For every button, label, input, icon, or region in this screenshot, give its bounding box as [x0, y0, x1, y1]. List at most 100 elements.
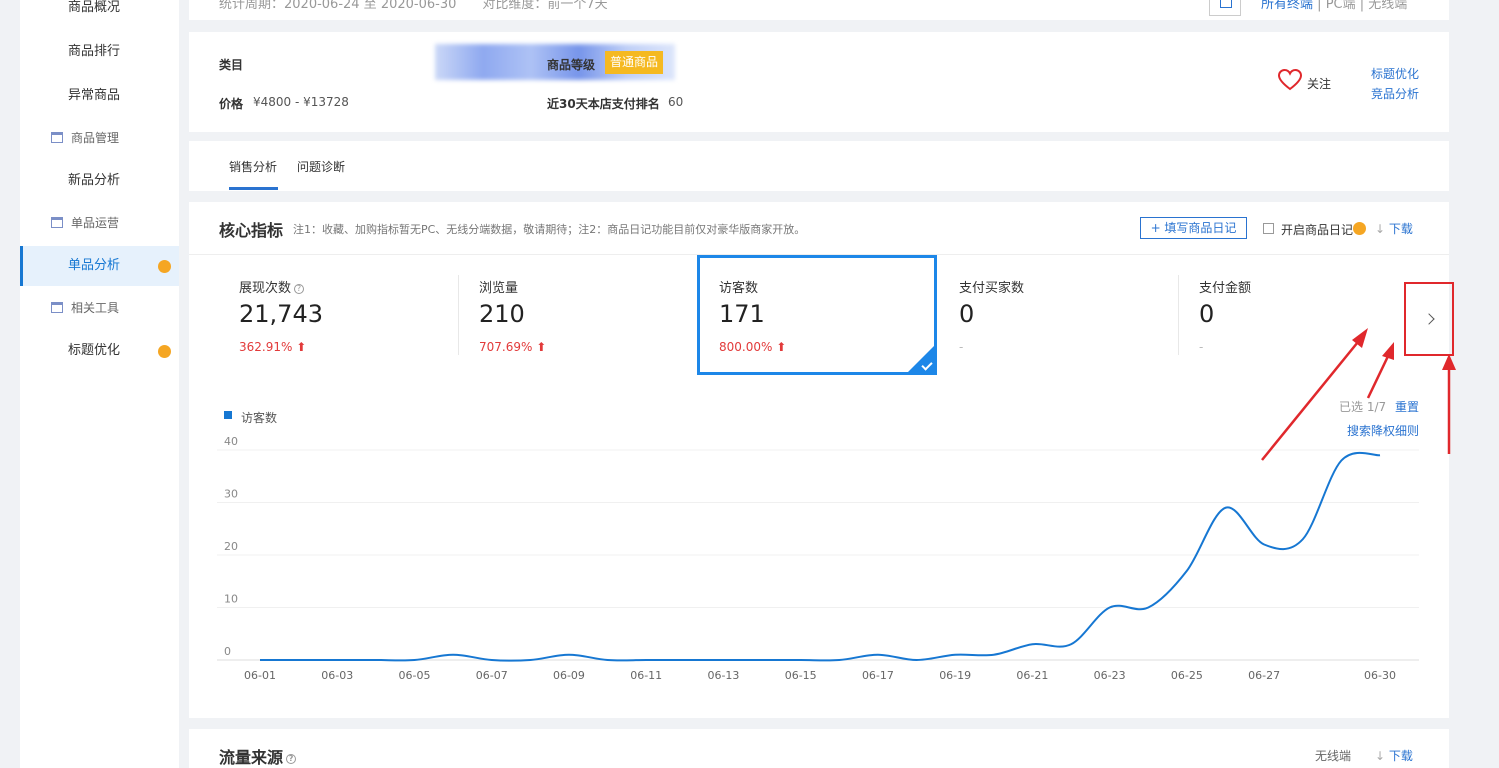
x-tick-label: 06-19	[939, 669, 971, 682]
metric-change: -	[1199, 340, 1204, 354]
download-icon: ↓	[1375, 749, 1386, 763]
metrics-next-button[interactable]	[1404, 282, 1454, 356]
traffic-source-title: 流量来源?	[219, 744, 297, 768]
sidebar-item-single-analysis[interactable]: 单品分析	[20, 246, 179, 286]
metric-label: 支付买家数	[959, 281, 1025, 296]
rank-label: 近30天本店支付排名	[547, 97, 660, 111]
download-icon: ↓	[1375, 222, 1386, 236]
sidebar-item-title-optimize[interactable]: 标题优化	[20, 331, 179, 371]
y-tick-label: 40	[224, 435, 238, 448]
diary-checkbox[interactable]	[1263, 223, 1274, 234]
metric-label: 访客数	[719, 281, 759, 296]
arrow-up-icon: ⬆	[776, 340, 787, 354]
period-bar: 统计周期：2020-06-24 至 2020-06-30 对比维度：前一个7天 …	[189, 0, 1449, 20]
rank-value: 60	[668, 95, 684, 109]
tab-problem-diagnosis[interactable]: 问题诊断	[297, 158, 345, 175]
follow-button[interactable]: 关注	[1307, 75, 1331, 92]
grade-label: 商品等级	[547, 58, 596, 72]
grade-badge: 普通商品	[605, 51, 664, 74]
selected-count: 已选 1/7	[1339, 400, 1387, 414]
download-button[interactable]: ↓ 下载	[1375, 747, 1413, 764]
core-metrics-note: 注1：收藏、加购指标暂无PC、无线分端数据，敬请期待；注2：商品日记功能目前仅对…	[293, 223, 806, 236]
analysis-tabs: 销售分析 问题诊断	[189, 141, 1449, 191]
x-tick-label: 06-27	[1248, 669, 1280, 682]
sidebar-item-overview[interactable]: 商品概况	[20, 0, 179, 28]
metric-label: 支付金额	[1199, 281, 1252, 296]
reset-button[interactable]: 重置	[1395, 398, 1419, 415]
calendar-button[interactable]	[1209, 0, 1241, 16]
x-tick-label: 06-05	[398, 669, 430, 682]
help-icon[interactable]: ?	[294, 283, 305, 294]
sidebar-group-label: 单品运营	[71, 216, 120, 230]
metric-change: 362.91% ⬆	[239, 340, 307, 354]
metric-value: 21,743	[239, 300, 323, 328]
y-tick-label: 0	[224, 645, 231, 658]
metric-label: 浏览量	[479, 281, 519, 296]
terminal-wireless[interactable]: 无线端	[1368, 0, 1407, 12]
x-tick-label: 06-03	[321, 669, 353, 682]
download-button[interactable]: ↓ 下载	[1375, 220, 1413, 237]
x-tick-label: 06-11	[630, 669, 662, 682]
help-icon[interactable]: ?	[286, 753, 297, 764]
fill-diary-button[interactable]: + 填写商品日记	[1140, 217, 1247, 239]
sidebar-item-label: 单品分析	[68, 258, 121, 273]
search-penalty-rules-link[interactable]: 搜索降权细则	[1347, 422, 1419, 439]
traffic-source-panel: 流量来源? 无线端 ↓ 下载	[189, 729, 1449, 768]
legend-swatch	[224, 411, 232, 419]
sidebar-item-label: 异常商品	[68, 88, 121, 103]
legend-label: 访客数	[241, 411, 278, 425]
title-optimize-link[interactable]: 标题优化	[1371, 65, 1419, 82]
notification-dot	[158, 345, 171, 358]
x-tick-label: 06-09	[553, 669, 585, 682]
metric-value: 210	[479, 300, 525, 328]
sidebar-item-label: 标题优化	[68, 343, 121, 358]
heart-icon[interactable]	[1277, 68, 1303, 92]
metric-value: 171	[719, 300, 765, 328]
compete-analysis-link[interactable]: 竞品分析	[1371, 85, 1419, 102]
metric-card-paying-buyers[interactable]: 支付买家数 0 -	[909, 255, 1149, 375]
terminal-pc[interactable]: PC端	[1326, 0, 1356, 12]
metric-change: 707.69% ⬆	[479, 340, 547, 354]
sidebar-item-ranking[interactable]: 商品排行	[20, 32, 179, 72]
x-tick-label: 06-13	[707, 669, 739, 682]
x-tick-label: 06-23	[1094, 669, 1126, 682]
building-icon	[51, 217, 63, 228]
metric-separator	[1178, 275, 1179, 355]
y-tick-label: 20	[224, 540, 238, 553]
x-tick-label: 06-25	[1171, 669, 1203, 682]
diary-checkbox-label: 开启商品日记	[1281, 223, 1354, 237]
active-tab-indicator	[229, 187, 278, 190]
series-line-visitors	[259, 451, 1381, 662]
price-label: 价格	[219, 97, 244, 111]
metric-card-payment-amount[interactable]: 支付金额 0 -	[1149, 255, 1389, 375]
sidebar-item-label: 新品分析	[68, 173, 121, 188]
sidebar-item-label: 商品概况	[68, 0, 121, 15]
x-tick-label: 06-30	[1364, 669, 1396, 682]
y-tick-label: 10	[224, 593, 238, 606]
sidebar-item-label: 商品排行	[68, 44, 121, 59]
metric-card-impressions[interactable]: 展现次数? 21,743 362.91% ⬆	[189, 255, 429, 375]
metric-card-pageviews[interactable]: 浏览量 210 707.69% ⬆	[429, 255, 669, 375]
sidebar-group-label: 相关工具	[71, 301, 120, 315]
x-tick-label: 06-07	[476, 669, 508, 682]
category-label: 类目	[219, 58, 244, 72]
notification-dot	[158, 260, 171, 273]
arrow-up-icon: ⬆	[296, 340, 307, 354]
sidebar-item-new-product[interactable]: 新品分析	[20, 161, 179, 201]
sidebar-group-product-manage: 商品管理	[20, 118, 179, 158]
tab-sales-analysis[interactable]: 销售分析	[229, 158, 277, 175]
sidebar-group-label: 商品管理	[71, 131, 120, 145]
download-label: 下载	[1388, 749, 1413, 763]
x-tick-label: 06-15	[785, 669, 817, 682]
price-value: ¥4800 - ¥13728	[253, 95, 349, 109]
metric-change: -	[959, 340, 964, 354]
download-label: 下载	[1388, 222, 1413, 236]
sidebar-item-abnormal[interactable]: 异常商品	[20, 76, 179, 116]
terminal-all[interactable]: 所有终端	[1261, 0, 1313, 12]
terminal-select[interactable]: 无线端	[1315, 747, 1351, 764]
sidebar-group-tools: 相关工具	[20, 288, 179, 328]
period-text: 统计周期：2020-06-24 至 2020-06-30 对比维度：前一个7天	[219, 0, 608, 12]
notification-dot	[1353, 222, 1366, 235]
metric-card-visitors[interactable]: 访客数 171 800.00% ⬆	[697, 255, 937, 375]
terminal-separator: |	[1359, 0, 1365, 12]
